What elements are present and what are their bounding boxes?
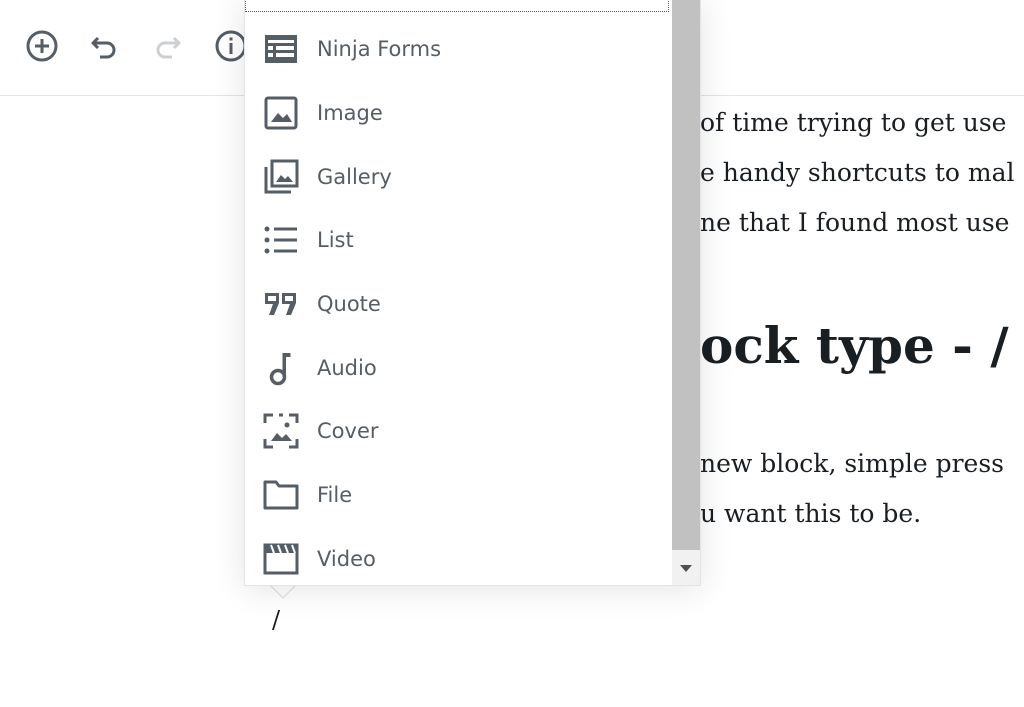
cover-image-icon <box>263 413 299 449</box>
popover-arrow-inner <box>271 585 295 597</box>
block-option-label: Cover <box>317 419 379 443</box>
block-option-file[interactable]: File <box>245 463 671 527</box>
block-option-label: Gallery <box>317 165 392 189</box>
video-clapper-icon <box>263 541 299 577</box>
block-option-quote[interactable]: Quote <box>245 272 671 336</box>
block-option-label: Quote <box>317 292 381 316</box>
list-icon <box>263 222 299 258</box>
paragraph-line[interactable]: e handy shortcuts to mal <box>700 158 1014 188</box>
block-option-list[interactable]: List <box>245 208 671 272</box>
block-option-label: List <box>317 228 354 252</box>
focus-outline <box>245 11 669 12</box>
block-autocomplete-popover: Ninja Forms Image Gallery List Quote Aud… <box>244 0 701 586</box>
paragraph-line[interactable]: u want this to be. <box>700 499 921 529</box>
block-option-ninja-forms[interactable]: Ninja Forms <box>245 17 671 81</box>
block-option-label: Image <box>317 101 383 125</box>
slash-command-input[interactable]: / <box>272 606 280 634</box>
block-option-image[interactable]: Image <box>245 81 671 145</box>
block-option-label: File <box>317 483 353 507</box>
form-icon <box>263 31 299 67</box>
paragraph-line[interactable]: of time trying to get use <box>700 108 1006 138</box>
popover-scrollbar[interactable] <box>672 0 700 585</box>
gallery-icon <box>263 159 299 195</box>
block-option-cover[interactable]: Cover <box>245 399 671 463</box>
scrollbar-thumb[interactable] <box>672 0 700 550</box>
heading-block[interactable]: ock type - / <box>700 318 1009 374</box>
quote-icon <box>263 286 299 322</box>
music-note-icon <box>263 350 299 386</box>
block-option-label: Audio <box>317 356 377 380</box>
block-option-label: Video <box>317 547 376 571</box>
block-option-audio[interactable]: Audio <box>245 336 671 400</box>
image-icon <box>263 95 299 131</box>
paragraph-line[interactable]: ne that I found most use <box>700 208 1009 238</box>
paragraph-line[interactable]: new block, simple press <box>700 449 1004 479</box>
scroll-down-arrow-icon[interactable] <box>672 555 700 583</box>
block-option-gallery[interactable]: Gallery <box>245 145 671 209</box>
folder-icon <box>263 477 299 513</box>
block-option-video[interactable]: Video <box>245 527 671 585</box>
block-option-label: Ninja Forms <box>317 37 442 61</box>
